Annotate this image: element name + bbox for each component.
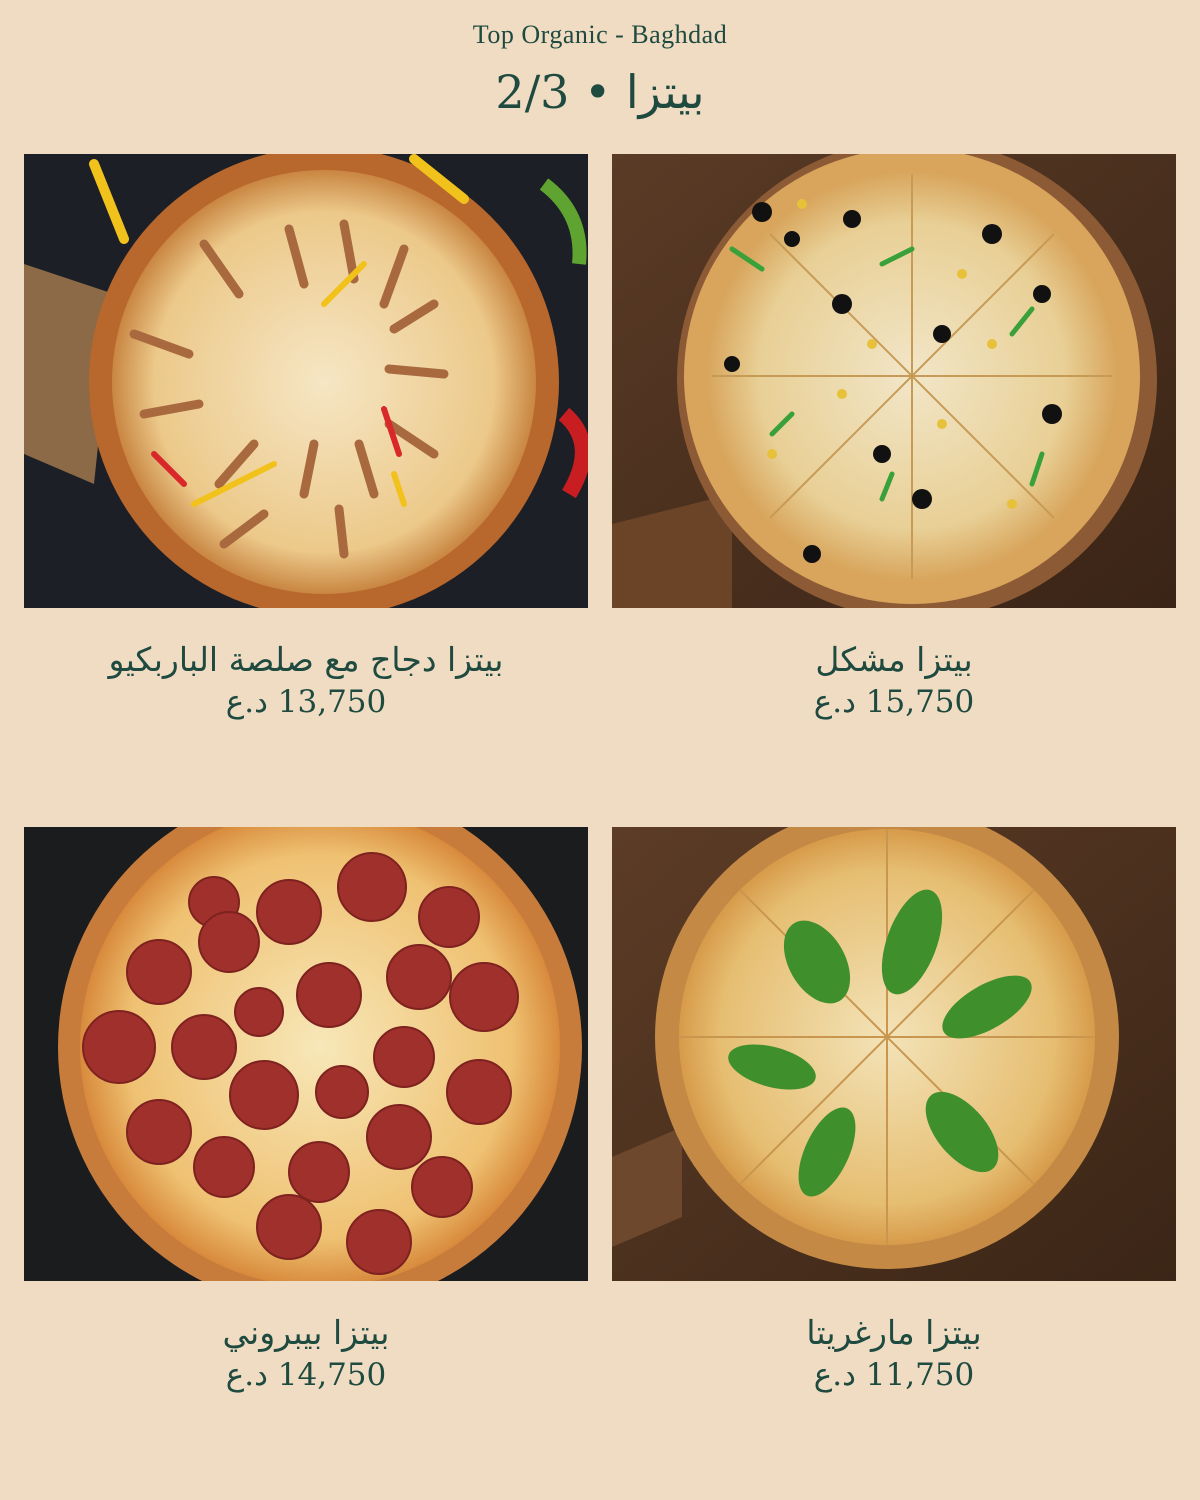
mixed-pizza-photo [612,154,1176,608]
item-price: 14,750 د.ع [225,1357,387,1393]
item-price: 11,750 د.ع [813,1357,975,1393]
bbq-chicken-pizza-photo [24,154,588,608]
menu-item-margherita-pizza[interactable]: بيتزا مارغريتا 11,750 د.ع [612,827,1176,1407]
item-price: 13,750 د.ع [225,684,387,720]
menu-item-bbq-chicken-pizza[interactable]: بيتزا دجاج مع صلصة الباربكيو 13,750 د.ع [24,154,588,734]
item-name: بيتزا دجاج مع صلصة الباربكيو [108,640,504,679]
menu-item-pepperoni-pizza[interactable]: بيتزا بيبروني 14,750 د.ع [24,827,588,1407]
item-name: بيتزا مارغريتا [806,1313,982,1352]
page-title: بيتزا • 2/3 [495,65,705,119]
menu-header: Top Organic - Baghdad بيتزا • 2/3 [0,0,1200,150]
restaurant-name: Top Organic - Baghdad [472,20,728,49]
pepperoni-pizza-photo [24,827,588,1281]
item-name: بيتزا مشكل [815,640,973,679]
menu-item-mixed-pizza[interactable]: بيتزا مشكل 15,750 د.ع [612,154,1176,734]
item-price: 15,750 د.ع [813,684,975,720]
margherita-pizza-photo [612,827,1176,1281]
item-name: بيتزا بيبروني [222,1313,390,1352]
